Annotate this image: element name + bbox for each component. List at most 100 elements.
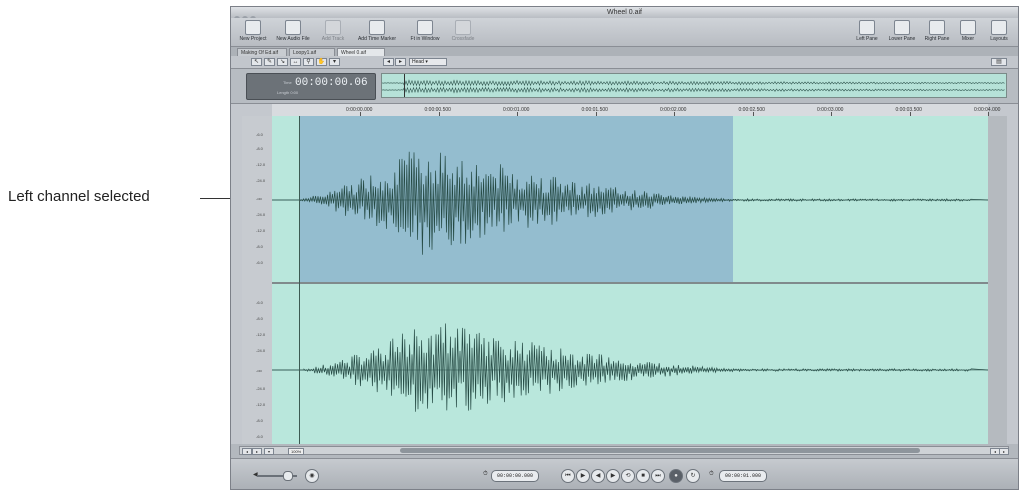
waveform-editor[interactable]: [272, 116, 988, 444]
level-scale-label: -6.0: [256, 132, 263, 137]
transport-bar: ◀ ◉ ⏱ 00:00:00.000 ⏮ ▶ ◀ ▶ ⟲ ■ ⏭ ● ↻ ⏱ 0…: [231, 458, 1018, 489]
prev-button[interactable]: ◀: [591, 469, 605, 483]
add-track-button[interactable]: Add Track: [311, 20, 355, 43]
left-channel-waveform: [272, 151, 988, 255]
crossfade-icon: [455, 20, 471, 35]
arrow-tool-icon[interactable]: ↖: [251, 58, 262, 66]
level-scale-label: -24.0: [256, 178, 266, 183]
horizontal-scrollbar[interactable]: ◂ ▸ ▾ 100% ◂ ▸: [239, 446, 1009, 455]
app-window: Wheel 0.aif New Project New Audio File A…: [230, 6, 1019, 490]
level-scale-label: -6.0: [256, 434, 263, 439]
start-timecode[interactable]: 00:00:00.000: [491, 470, 540, 482]
zoom-tool-icon[interactable]: ⚲: [303, 58, 314, 66]
level-scale-label: -oo: [256, 368, 262, 373]
play-button[interactable]: ▶: [576, 469, 590, 483]
left-pane-icon: [859, 20, 875, 35]
clock-icon: ⏱: [483, 471, 488, 477]
lower-pane-icon: [894, 20, 910, 35]
chevron-down-icon[interactable]: ▾: [329, 58, 340, 66]
level-scale-label: -12.0: [256, 162, 266, 167]
right-pane-icon: [929, 20, 945, 35]
pencil-tool-icon[interactable]: ✎: [264, 58, 275, 66]
overview-waveform[interactable]: [381, 73, 1007, 98]
level-scale-label: -8.0: [256, 418, 263, 423]
level-scale: -6.0 -8.0 -12.0 -24.0 -oo -24.0 -12.0 -8.0 -6.0 -…: [242, 116, 273, 444]
stop-button[interactable]: ■: [636, 469, 650, 483]
view-select-value: Head: [412, 59, 424, 65]
volume-knob[interactable]: [283, 471, 293, 481]
tab-making-of[interactable]: Making Of Ed.aif: [237, 48, 287, 56]
overview-panel: Time 00:00:00.06 Length 0:00: [231, 69, 1018, 104]
tab-loopy[interactable]: Loopy1.aif: [289, 48, 335, 56]
rewind-button[interactable]: ⏮: [561, 469, 575, 483]
new-audio-file-icon: [285, 20, 301, 35]
forward-button[interactable]: ⏭: [651, 469, 665, 483]
timecode-display[interactable]: Time 00:00:00.06 Length 0:00: [246, 73, 376, 100]
zoom-in-button[interactable]: ▸: [252, 448, 262, 455]
select-tool-icon[interactable]: ↘: [277, 58, 288, 66]
crossfade-button[interactable]: Crossfade: [441, 20, 485, 43]
scroll-right-button[interactable]: ▸: [999, 448, 1009, 455]
timecode-label: Time: [283, 80, 292, 85]
record-button[interactable]: ●: [669, 469, 683, 483]
zoom-out-button[interactable]: ◂: [242, 448, 252, 455]
callout-label: Left channel selected: [8, 188, 150, 205]
lower-pane-button[interactable]: Lower Pane: [884, 20, 920, 43]
level-scale-label: -24.0: [256, 348, 266, 353]
timecode-value: 00:00:00.06: [295, 77, 368, 89]
scroll-thumb[interactable]: [400, 448, 920, 453]
mixer-button[interactable]: Mixer: [953, 20, 983, 43]
level-scale-label: -12.0: [256, 332, 266, 337]
edit-tool-bar: ↖ ✎ ↘ ↔ ⚲ ✋ ▾ ◂ ▸ Head ▾ ▤: [231, 56, 1018, 69]
right-channel-waveform: [272, 323, 988, 412]
next-button[interactable]: ▶: [606, 469, 620, 483]
toolbar: New Project New Audio File Add Track Add…: [231, 18, 1018, 47]
add-time-marker-button[interactable]: Add Time Marker: [355, 20, 399, 43]
level-scale-label: -oo: [256, 196, 262, 201]
level-scale-label: -12.0: [256, 402, 266, 407]
options-menu-icon[interactable]: ▤: [991, 58, 1007, 66]
playhead-line[interactable]: [299, 116, 300, 444]
add-track-icon: [325, 20, 341, 35]
zoom-field[interactable]: 100%: [288, 448, 305, 455]
level-scale-label: -8.0: [256, 316, 263, 321]
level-scale-label: -6.0: [256, 260, 263, 265]
end-clock-icon: ⏱: [709, 471, 714, 477]
new-project-button[interactable]: New Project: [231, 20, 275, 43]
scrub-tool-icon[interactable]: ↔: [290, 58, 301, 66]
right-gutter: [988, 116, 1007, 444]
layouts-button[interactable]: Layouts: [983, 20, 1015, 43]
overview-right-waveform: [382, 86, 1005, 94]
end-timecode[interactable]: 00:00:01.000: [719, 470, 768, 482]
right-pane-button[interactable]: Right Pane: [919, 20, 955, 43]
loop-button[interactable]: ⟲: [621, 469, 635, 483]
level-scale-label: -24.0: [256, 386, 266, 391]
mixer-icon: [960, 20, 976, 35]
length-label: Length 0:00: [277, 90, 299, 95]
overview-waveform-graphic: [382, 79, 1005, 94]
overview-playhead[interactable]: [404, 74, 405, 97]
hand-tool-icon[interactable]: ✋: [316, 58, 327, 66]
new-audio-file-button[interactable]: New Audio File: [271, 20, 315, 43]
level-scale-label: -24.0: [256, 212, 266, 217]
zoom-mode-button[interactable]: ▾: [264, 448, 274, 455]
level-scale-label: -8.0: [256, 244, 263, 249]
back-button[interactable]: ◂: [383, 58, 394, 66]
file-tabs: Making Of Ed.aif Loopy1.aif Wheel 0.aif: [231, 47, 1018, 56]
cycle-button[interactable]: ↻: [686, 469, 700, 483]
level-scale-label: -12.0: [256, 228, 266, 233]
waveform-graphic: [272, 151, 988, 412]
marker-icon: [369, 20, 385, 35]
bottom-bar: ◂ ▸ ▾ 100% ◂ ▸ ◀ ◉ ⏱ 00:00:00.000 ⏮ ▶ ◀ …: [231, 444, 1018, 489]
layouts-icon: [991, 20, 1007, 35]
view-select[interactable]: Head ▾: [409, 58, 447, 66]
speaker-button[interactable]: ◉: [305, 469, 319, 483]
new-project-icon: [245, 20, 261, 35]
left-pane-button[interactable]: Left Pane: [849, 20, 885, 43]
level-scale-label: -8.0: [256, 146, 263, 151]
level-scale-label: -6.0: [256, 300, 263, 305]
overview-left-waveform: [382, 79, 1005, 87]
window-title: Wheel 0.aif: [606, 9, 643, 16]
forward-button[interactable]: ▸: [395, 58, 406, 66]
tab-wheel[interactable]: Wheel 0.aif: [337, 48, 385, 56]
